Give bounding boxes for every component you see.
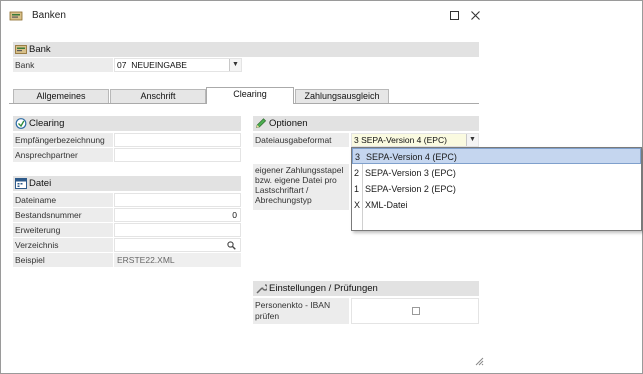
einstellungen-section-title: Einstellungen / Prüfungen: [269, 283, 378, 294]
beispiel-value: ERSTE22.XML: [114, 253, 241, 267]
optionen-section-title: Optionen: [269, 118, 308, 129]
option-code: X: [354, 200, 361, 210]
clearing-icon: [15, 118, 27, 129]
bank-select[interactable]: 07 NEUEINGABE ▼: [114, 58, 242, 72]
dateiname-field[interactable]: [114, 193, 241, 207]
search-icon[interactable]: [227, 241, 236, 250]
datei-section-header: Datei: [13, 176, 241, 191]
tab-clearing[interactable]: Clearing: [206, 87, 294, 104]
dateiausgabeformat-label: Dateiausgabeformat: [253, 133, 349, 147]
datei-section-title: Datei: [29, 178, 52, 189]
erweiterung-field[interactable]: [114, 223, 241, 237]
tab-allgemeines[interactable]: Allgemeines: [13, 89, 109, 103]
dropdown-option-sepa-3[interactable]: 2 SEPA-Version 3 (EPC): [352, 165, 641, 181]
empfaengerbezeichnung-field[interactable]: [114, 133, 241, 147]
bank-code: 07: [117, 60, 127, 70]
beispiel-label: Beispiel: [13, 253, 113, 267]
close-button[interactable]: [467, 9, 483, 23]
banken-window: Banken Bank Bank 07 NEUEINGABE ▼ Allgeme…: [0, 0, 643, 374]
verzeichnis-field[interactable]: [114, 238, 241, 252]
chevron-down-icon: ▼: [232, 61, 239, 68]
ansprechpartner-field[interactable]: [114, 148, 241, 162]
dateiausgabeformat-dropdown-list: 3 SEPA-Version 4 (EPC) 2 SEPA-Version 3 …: [351, 147, 642, 231]
maximize-icon: [449, 11, 459, 20]
verzeichnis-label: Verzeichnis: [13, 238, 113, 252]
option-code: 3: [355, 152, 361, 162]
window-title: Banken: [32, 10, 66, 21]
clearing-section-title: Clearing: [29, 118, 65, 129]
bestandsnummer-label: Bestandsnummer: [13, 208, 113, 222]
dropdown-option-sepa-2[interactable]: 1 SEPA-Version 2 (EPC): [352, 181, 641, 197]
tab-zahlungsausgleich[interactable]: Zahlungsausgleich: [295, 89, 389, 103]
ansprechpartner-label: Ansprechpartner: [13, 148, 113, 162]
dateiausgabeformat-value: 3 SEPA-Version 4 (EPC): [354, 135, 447, 145]
bestandsnummer-field[interactable]: 0: [114, 208, 241, 222]
optionen-section-header: Optionen: [253, 116, 479, 131]
bank-icon: [15, 45, 27, 54]
tab-anschrift[interactable]: Anschrift: [110, 89, 206, 103]
resize-grip-icon[interactable]: [474, 356, 484, 366]
option-label: XML-Datei: [365, 200, 408, 210]
zahlungsstapel-label: eigener Zahlungsstapel bzw. eigene Datei…: [253, 164, 349, 210]
chevron-down-icon: ▼: [469, 136, 476, 143]
wrench-icon: [256, 284, 267, 294]
option-label: SEPA-Version 2 (EPC): [365, 184, 456, 194]
bank-dropdown-button[interactable]: ▼: [229, 59, 241, 71]
bank-section-title: Bank: [29, 44, 51, 55]
bank-label: Bank: [13, 58, 113, 72]
bank-value: NEUEINGABE: [131, 60, 187, 70]
dateiausgabeformat-select[interactable]: 3 SEPA-Version 4 (EPC) ▼: [351, 133, 479, 147]
bank-section-header: Bank: [13, 42, 479, 57]
maximize-button[interactable]: [446, 9, 462, 23]
calendar-icon: [15, 178, 27, 189]
erweiterung-label: Erweiterung: [13, 223, 113, 237]
pencil-icon: [256, 118, 267, 128]
bank-icon: [9, 11, 23, 21]
dateiausgabeformat-dropdown-button[interactable]: ▼: [466, 134, 478, 146]
dropdown-option-xml[interactable]: X XML-Datei: [352, 197, 641, 213]
personenkto-iban-field: [351, 298, 479, 324]
einstellungen-section-header: Einstellungen / Prüfungen: [253, 281, 479, 296]
option-label: SEPA-Version 4 (EPC): [366, 152, 457, 162]
option-label: SEPA-Version 3 (EPC): [365, 168, 456, 178]
dateiname-label: Dateiname: [13, 193, 113, 207]
title-bar[interactable]: Banken: [1, 1, 642, 31]
dropdown-option-sepa-4[interactable]: 3 SEPA-Version 4 (EPC): [352, 148, 641, 164]
personenkto-iban-label: Personenkto - IBAN prüfen: [253, 298, 349, 324]
empfaengerbezeichnung-label: Empfängerbezeichnung: [13, 133, 113, 147]
personenkto-iban-checkbox[interactable]: [412, 307, 420, 315]
clearing-section-header: Clearing: [13, 116, 241, 131]
option-code: 1: [354, 184, 360, 194]
close-icon: [470, 11, 480, 20]
option-code: 2: [354, 168, 360, 178]
